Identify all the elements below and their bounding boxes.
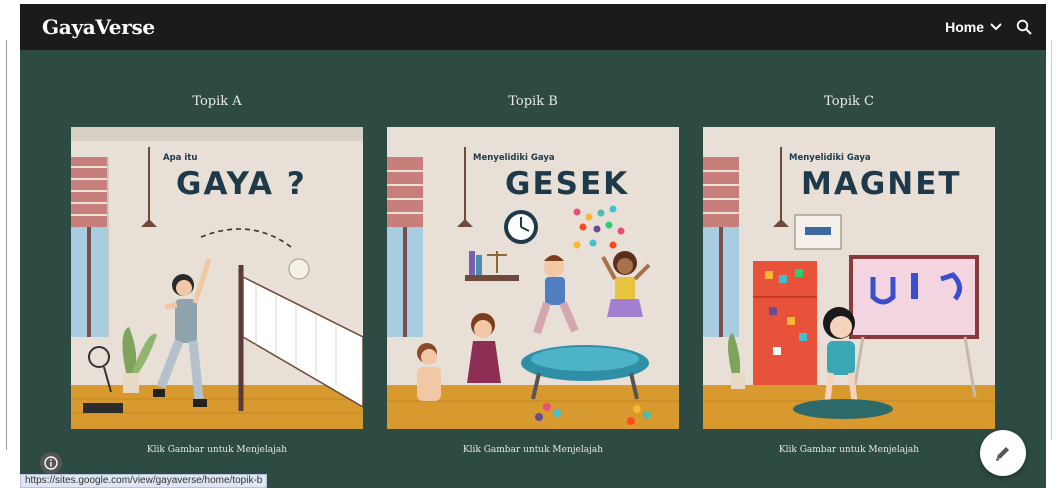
image-headline: GAYA ? <box>176 166 307 202</box>
topic-caption: Klik Gambar untuk Menjelajah <box>146 445 288 455</box>
topic-caption: Klik Gambar untuk Menjelajah <box>778 445 920 455</box>
topic-title: Topik C <box>824 94 874 109</box>
topic-c-image[interactable]: Menyelidiki Gaya MAGNET <box>703 127 995 429</box>
pencil-icon <box>996 447 1009 461</box>
left-border-line <box>6 40 7 450</box>
window-blinds <box>71 157 107 337</box>
edit-button[interactable] <box>980 430 1026 476</box>
top-navigation-bar: GayaVerse Home <box>20 4 1046 50</box>
image-subtitle: Apa itu <box>163 153 197 163</box>
info-button[interactable] <box>40 452 62 474</box>
nav-home-menu[interactable]: Home <box>945 19 1002 35</box>
topic-a-image[interactable]: Apa itu GAYA ? <box>71 127 363 429</box>
image-subtitle: Menyelidiki Gaya <box>789 153 871 163</box>
nav-group: Home <box>945 19 1032 35</box>
topic-title: Topik A <box>192 94 242 109</box>
topic-c-illustration: Menyelidiki Gaya MAGNET <box>703 127 995 429</box>
image-headline: MAGNET <box>801 166 962 202</box>
topic-b-illustration: Menyelidiki Gaya GESEK <box>387 127 679 429</box>
topic-a-illustration: Apa itu GAYA ? <box>71 127 363 429</box>
nav-home-label: Home <box>945 19 984 35</box>
image-headline: GESEK <box>505 166 629 202</box>
topic-card-b: Topik B Menyelidiki Gaya GESEK Klik Gamb… <box>387 90 679 455</box>
topic-caption: Klik Gambar untuk Menjelajah <box>462 445 604 455</box>
search-button[interactable] <box>1016 19 1032 35</box>
info-icon <box>44 456 58 470</box>
site-brand[interactable]: GayaVerse <box>42 15 155 39</box>
topic-card-a: Topik A Apa itu GAYA ? Klik Gambar untuk… <box>71 90 363 455</box>
image-subtitle: Menyelidiki Gaya <box>473 153 555 163</box>
right-border-line <box>1051 40 1052 440</box>
status-bar-url: https://sites.google.com/view/gayaverse/… <box>20 474 268 488</box>
topic-b-image[interactable]: Menyelidiki Gaya GESEK <box>387 127 679 429</box>
chevron-down-icon <box>990 23 1002 31</box>
topic-card-c: Topik C Menyelidiki Gaya MAGNET Klik Gam… <box>703 90 995 455</box>
topic-title: Topik B <box>508 94 558 109</box>
search-icon <box>1016 19 1032 35</box>
site-frame: GayaVerse Home Topik A Apa itu GAYA ? Kl… <box>20 4 1046 488</box>
